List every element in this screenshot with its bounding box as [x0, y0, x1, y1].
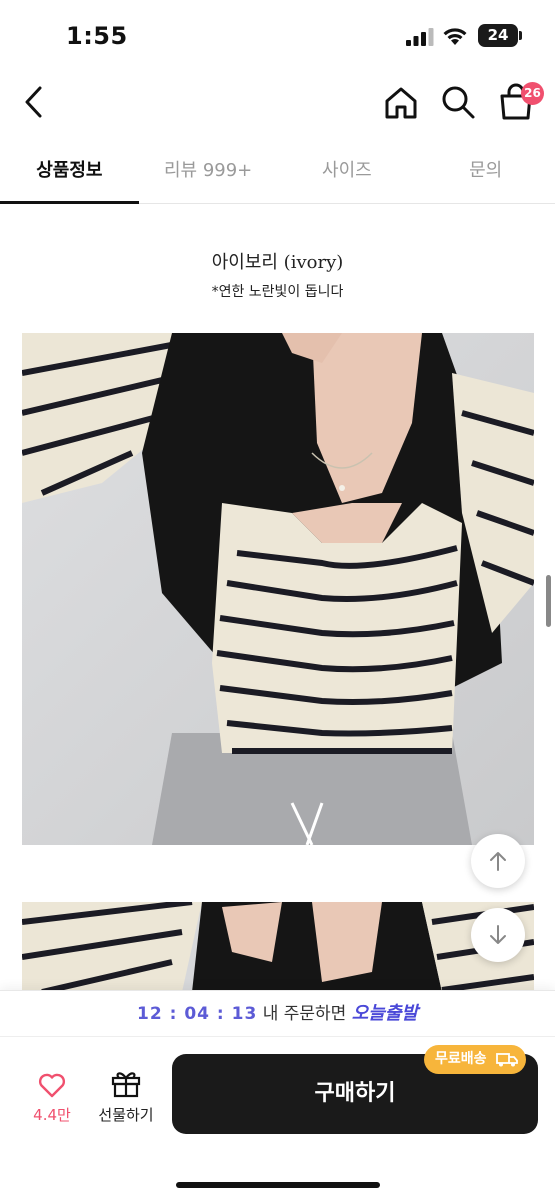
tab-product-info[interactable]: 상품정보	[0, 142, 139, 204]
gift-button[interactable]: 선물하기	[94, 1068, 158, 1125]
free-shipping-label: 무료배송	[435, 1051, 487, 1067]
home-indicator	[176, 1182, 380, 1188]
tab-inquiry[interactable]: 문의	[416, 142, 555, 203]
free-shipping-badge: 무료배송	[424, 1045, 526, 1074]
like-count: 4.4만	[33, 1106, 71, 1124]
search-icon[interactable]	[440, 84, 476, 120]
battery-indicator: 24	[478, 24, 518, 47]
wifi-icon	[443, 28, 467, 45]
back-arrow-icon[interactable]	[18, 84, 50, 120]
signal-icon	[406, 28, 434, 46]
product-tabs: 상품정보 리뷰 999+ 사이즈 문의	[0, 142, 555, 204]
like-button[interactable]: 4.4만	[30, 1072, 74, 1125]
status-bar: 1:55 24	[0, 0, 555, 62]
gift-label: 선물하기	[98, 1106, 154, 1124]
truck-icon	[496, 1053, 518, 1067]
tab-reviews[interactable]: 리뷰 999+	[139, 142, 278, 203]
status-time: 1:55	[66, 22, 128, 50]
arrow-up-icon	[490, 852, 506, 871]
scrollbar[interactable]	[546, 575, 551, 627]
cart-count-badge: 26	[521, 82, 544, 105]
product-photo-2	[22, 902, 534, 992]
shipping-countdown: 12 : 04 : 13	[137, 1004, 258, 1024]
arrow-down-icon	[490, 925, 506, 944]
shipping-countdown-row: 12 : 04 : 13 내 주문하면 오늘출발	[0, 991, 555, 1037]
home-icon[interactable]	[382, 84, 420, 122]
heart-icon	[38, 1073, 66, 1098]
gift-icon	[111, 1072, 141, 1098]
battery-tip	[519, 31, 522, 40]
same-day-shipping-label: 오늘출발	[351, 1003, 418, 1024]
shipping-message: 내 주문하면	[262, 1004, 347, 1024]
color-note: *연한 노란빛이 돕니다	[211, 284, 344, 300]
scroll-down-button[interactable]	[471, 908, 525, 962]
top-nav: 26	[0, 62, 555, 142]
tab-size[interactable]: 사이즈	[278, 142, 417, 203]
scroll-up-button[interactable]	[471, 834, 525, 888]
product-photo	[22, 333, 534, 845]
color-title: 아이보리 (ivory)	[211, 252, 344, 273]
